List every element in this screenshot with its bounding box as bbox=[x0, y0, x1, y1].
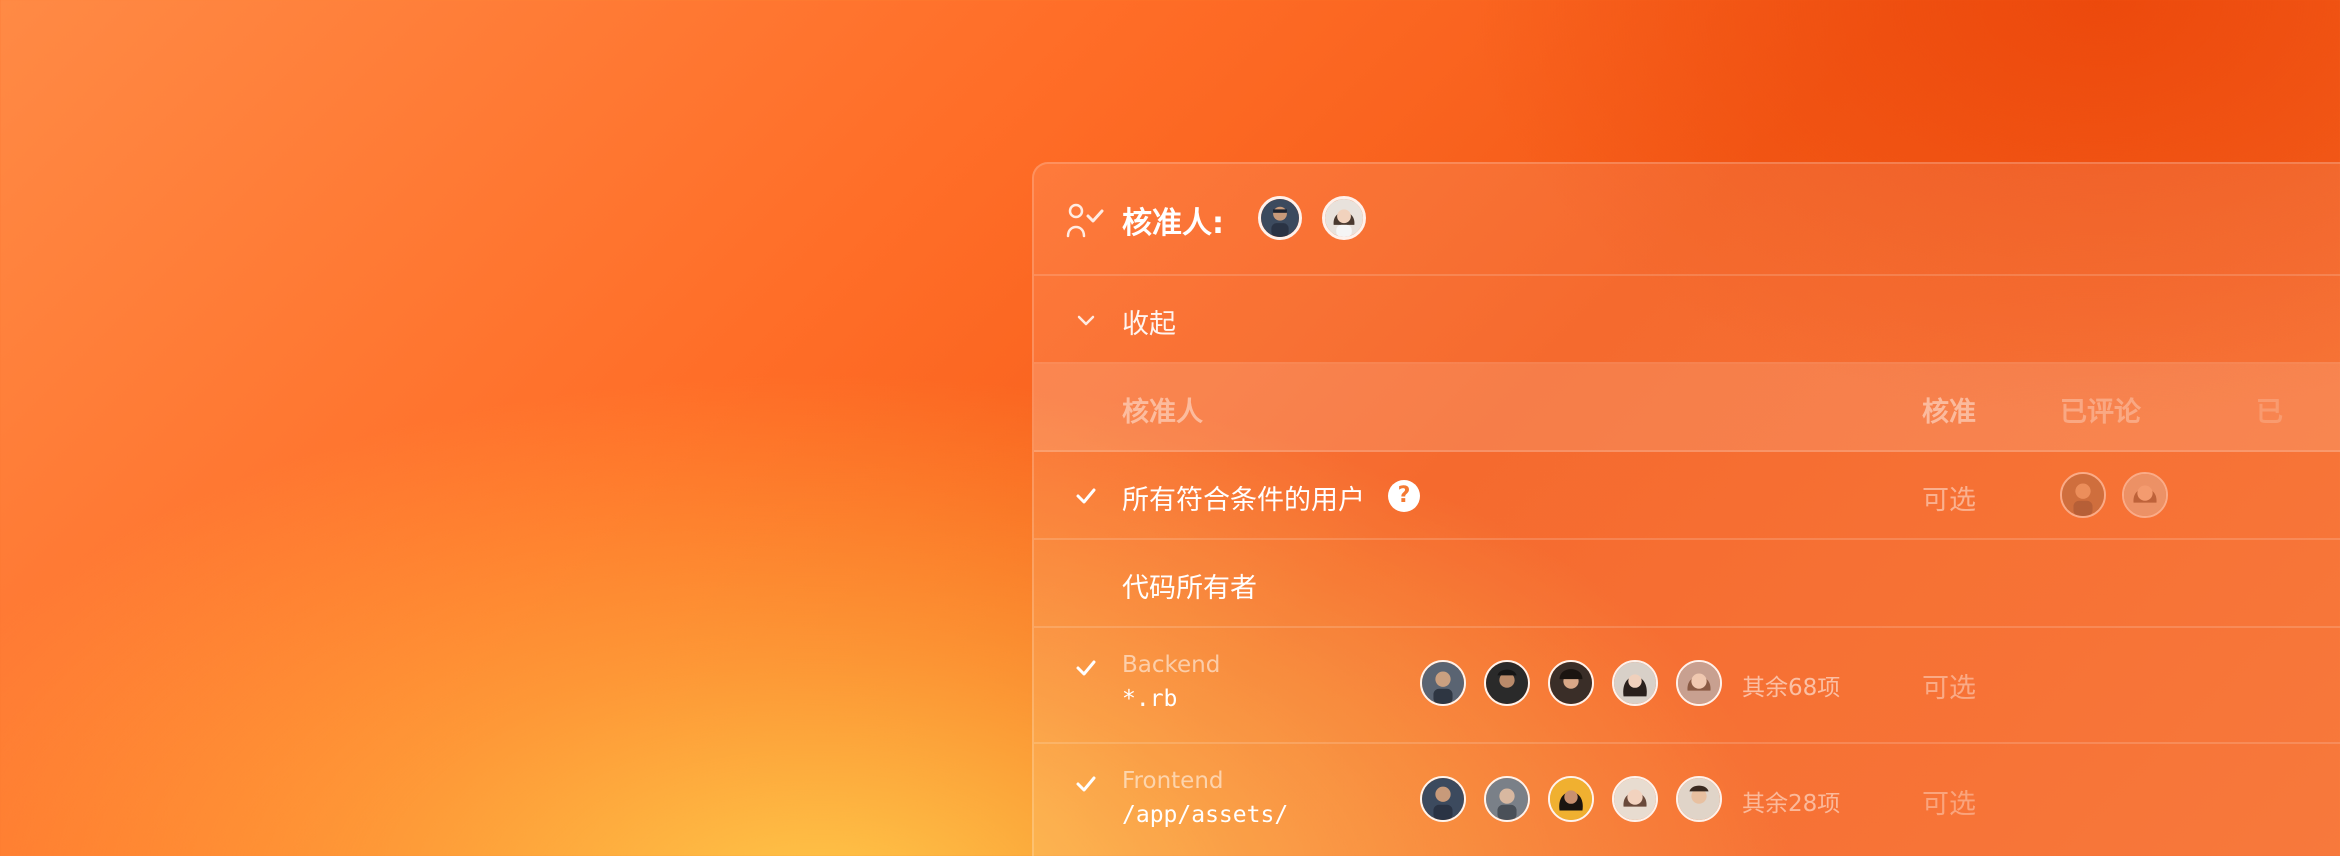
column-commented: 已评论 bbox=[2060, 397, 2141, 428]
owner-group-name: Backend bbox=[1122, 652, 1221, 678]
chevron-down-icon bbox=[1077, 315, 1095, 326]
section-label-code-owners: 代码所有者 bbox=[1122, 573, 1257, 604]
avatar[interactable] bbox=[1322, 196, 1366, 240]
avatar[interactable] bbox=[1612, 660, 1658, 706]
avatar[interactable] bbox=[1676, 776, 1722, 822]
check-icon bbox=[1076, 776, 1096, 792]
table-row: Frontend /app/assets/ 其余28项 可选 bbox=[1034, 744, 2340, 856]
page-title: 核准人: bbox=[1122, 206, 1224, 241]
avatar[interactable] bbox=[1420, 776, 1466, 822]
avatar[interactable] bbox=[1676, 660, 1722, 706]
user-check-icon bbox=[1066, 203, 1104, 238]
row-label: 所有符合条件的用户 bbox=[1122, 485, 1365, 516]
others-count[interactable]: 其余68项 bbox=[1742, 668, 1840, 702]
approval-panel: 核准人: 收起 核准人 核准 已评论 已 所有符合条件的用户 ? 可选 代码所有… bbox=[1032, 162, 2340, 856]
collapse-label: 收起 bbox=[1122, 309, 1176, 340]
status-optional: 可选 bbox=[1922, 485, 1976, 516]
status-optional: 可选 bbox=[1922, 789, 1976, 820]
table-row: 所有符合条件的用户 ? 可选 bbox=[1034, 452, 2340, 540]
others-count[interactable]: 其余28项 bbox=[1742, 784, 1840, 818]
help-icon[interactable]: ? bbox=[1388, 480, 1420, 512]
table-row: Backend *.rb 其余68项 可选 bbox=[1034, 628, 2340, 744]
avatar[interactable] bbox=[1484, 776, 1530, 822]
column-partial: 已 bbox=[2256, 397, 2283, 428]
check-icon bbox=[1076, 660, 1096, 676]
column-approve: 核准 bbox=[1922, 397, 1976, 428]
check-icon bbox=[1076, 488, 1096, 504]
avatar[interactable] bbox=[1420, 660, 1466, 706]
owner-group-name: Frontend bbox=[1122, 768, 1224, 794]
status-optional: 可选 bbox=[1922, 673, 1976, 704]
avatar[interactable] bbox=[1258, 196, 1302, 240]
avatar[interactable] bbox=[1548, 660, 1594, 706]
table-header: 核准人 核准 已评论 已 bbox=[1034, 364, 2340, 452]
avatar[interactable] bbox=[1548, 776, 1594, 822]
table-row: 代码所有者 bbox=[1034, 540, 2340, 628]
avatar[interactable] bbox=[1484, 660, 1530, 706]
owner-pattern: /app/assets/ bbox=[1122, 802, 1289, 828]
avatar[interactable] bbox=[2122, 472, 2168, 518]
avatar[interactable] bbox=[1612, 776, 1658, 822]
approvers-header: 核准人: bbox=[1034, 164, 2340, 276]
collapse-toggle[interactable]: 收起 bbox=[1034, 276, 2340, 364]
column-approver: 核准人 bbox=[1122, 397, 1203, 428]
avatar[interactable] bbox=[2060, 472, 2106, 518]
owner-pattern: *.rb bbox=[1122, 686, 1178, 712]
